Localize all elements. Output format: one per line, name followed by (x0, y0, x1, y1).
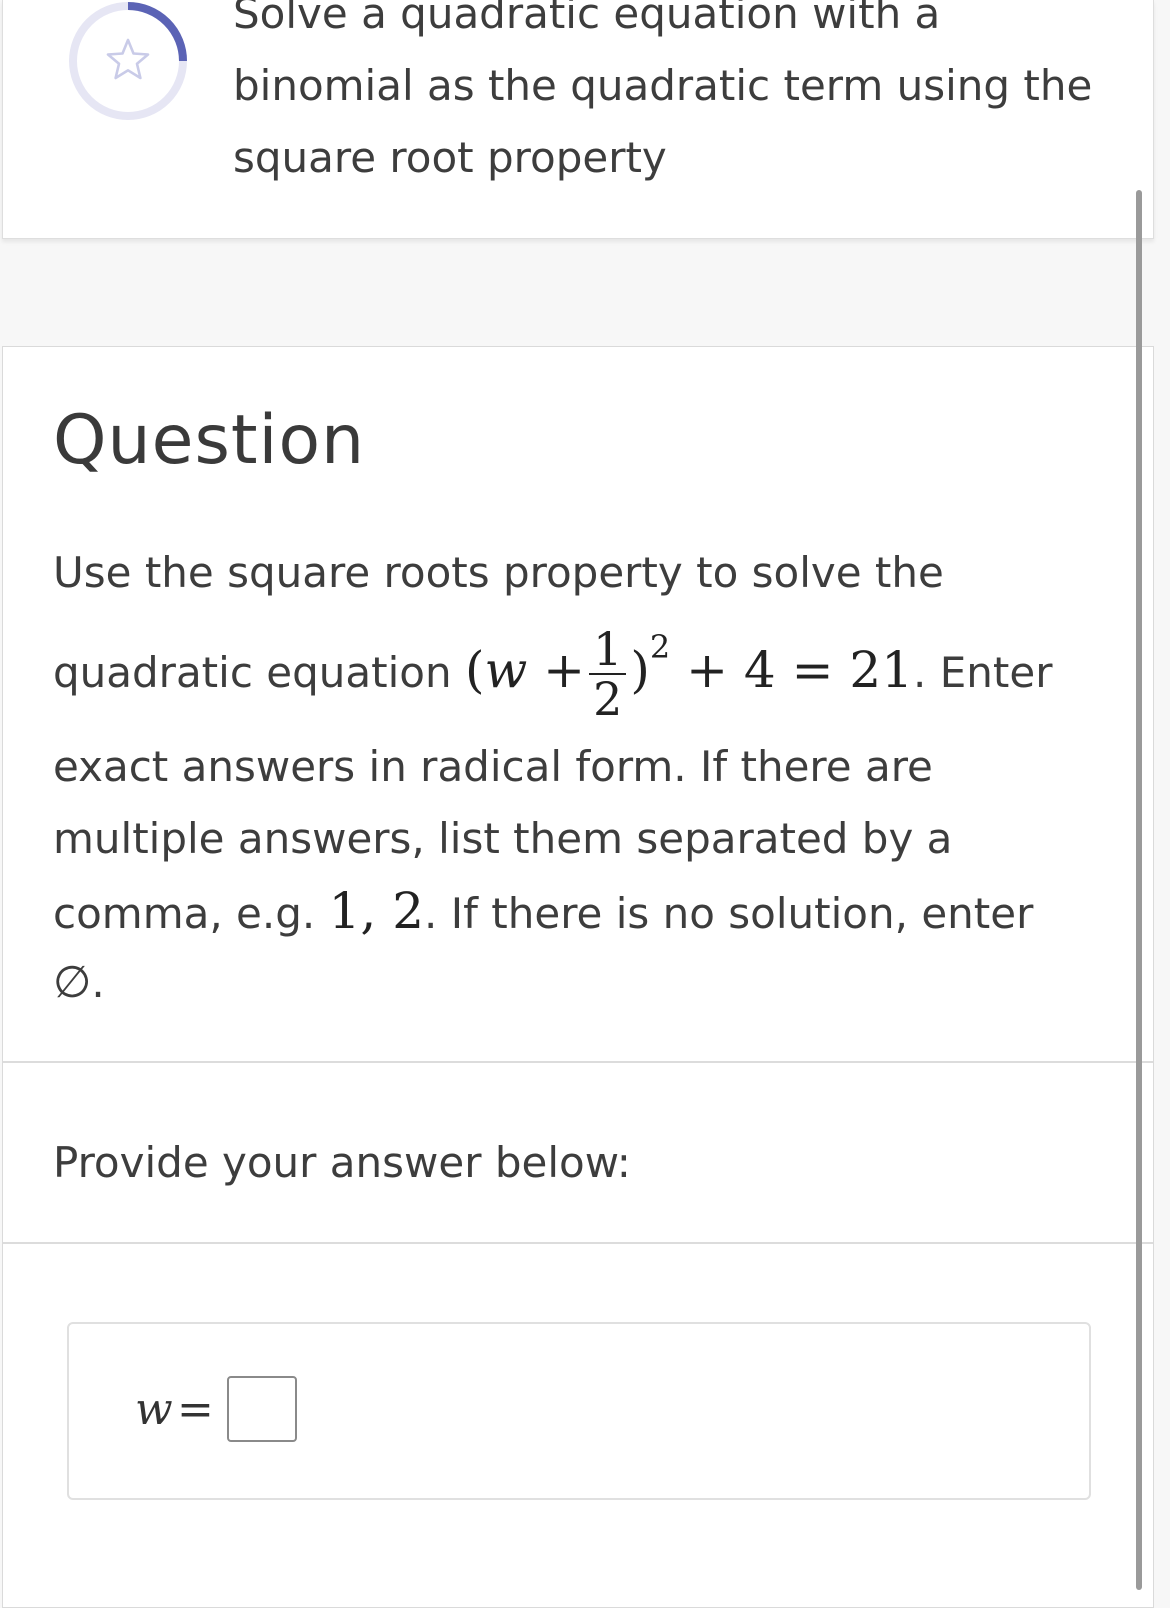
eq-close-paren: ) (630, 641, 650, 699)
eq-variable: w (484, 641, 528, 699)
answer-box: w = (67, 1322, 1091, 1500)
divider (3, 1061, 1153, 1063)
progress-ring (69, 2, 187, 120)
question-text-line5-prefix: comma, e.g. (53, 889, 316, 938)
eq-fraction-numerator: 1 (589, 625, 627, 675)
emptyset-symbol: ∅ (53, 957, 92, 1008)
answer-equals: = (177, 1384, 214, 1435)
divider (3, 1242, 1153, 1244)
eq-rest: + 4 = 21 (686, 641, 914, 699)
question-text: Use the square roots property to solve t… (53, 537, 1123, 1019)
question-text-line1: Use the square roots property to solve t… (53, 548, 944, 597)
eq-plus: + (543, 641, 586, 699)
eq-open-paren: ( (464, 641, 485, 699)
question-text-line2-prefix: quadratic equation (53, 648, 452, 697)
question-card: Question Use the square roots property t… (2, 346, 1154, 1608)
answer-input[interactable] (227, 1376, 297, 1442)
question-line: exact answers in radical form. If there … (53, 731, 1123, 803)
question-heading: Question (53, 401, 366, 480)
question-text-line5-suffix: . If there is no solution, enter (424, 889, 1034, 938)
equation: (w +1 2)2 + 4 = 21 (464, 625, 914, 723)
question-text-line6-suffix: . (91, 958, 105, 1007)
eq-fraction-denominator: 2 (593, 672, 623, 726)
question-line-equation: quadratic equation (w +1 2)2 + 4 = 21. En… (53, 609, 1123, 731)
eq-exponent: 2 (649, 628, 671, 667)
scrollbar[interactable] (1136, 190, 1142, 1590)
answer-variable: w (135, 1384, 173, 1435)
question-text-line4: multiple answers, list them separated by… (53, 814, 953, 863)
question-line: ∅. (53, 947, 1123, 1019)
eq-fraction: 12 (589, 625, 627, 726)
question-text-line3: exact answers in radical form. If there … (53, 742, 933, 791)
question-line: comma, e.g. 1, 2. If there is no solutio… (53, 875, 1123, 947)
question-line: Use the square roots property to solve t… (53, 537, 1123, 609)
question-line: multiple answers, list them separated by… (53, 803, 1123, 875)
skill-header-card: Solve a quadratic equation with a binomi… (2, 0, 1154, 239)
skill-title: Solve a quadratic equation with a binomi… (233, 0, 1093, 182)
example-answer: 1, 2 (328, 882, 425, 940)
question-text-line2-suffix: . Enter (913, 648, 1053, 697)
star-icon (106, 38, 150, 80)
answer-prompt: Provide your answer below: (53, 1138, 631, 1187)
